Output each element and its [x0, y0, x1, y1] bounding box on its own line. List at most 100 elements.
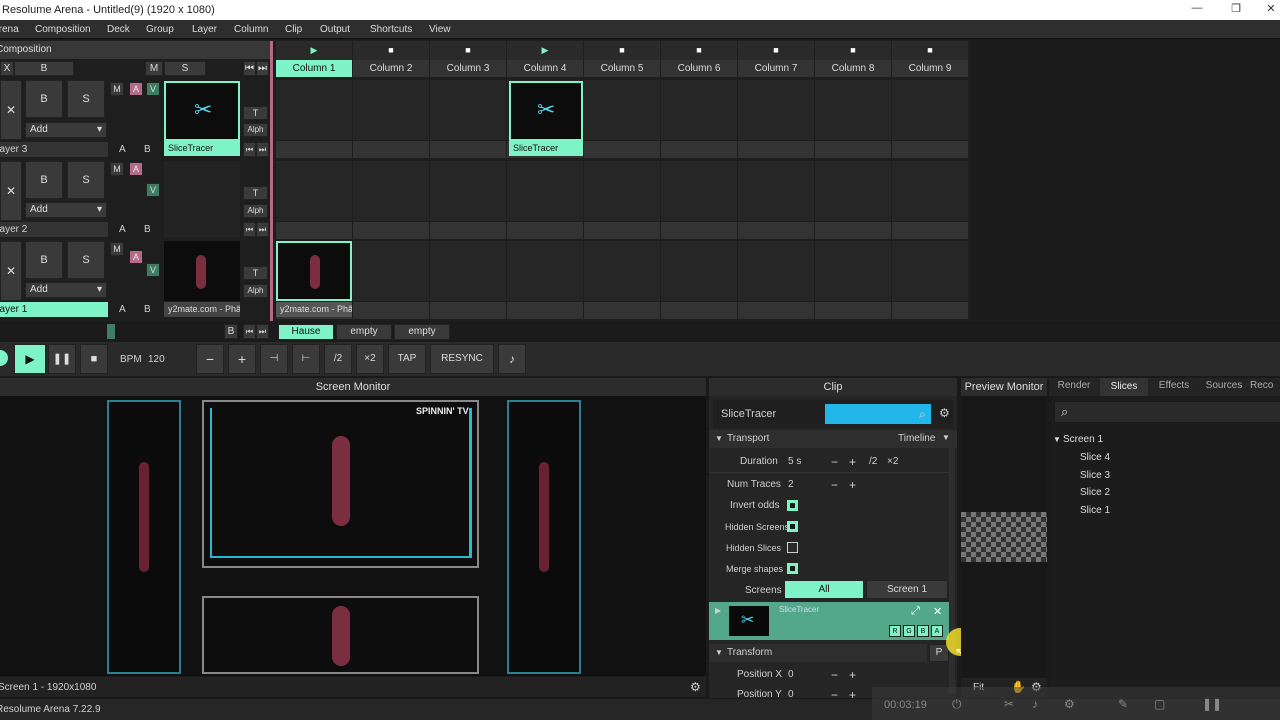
- transport-stop-button[interactable]: ■: [80, 344, 108, 374]
- column-3-label[interactable]: Column 3: [430, 60, 506, 77]
- duration-decrease-button[interactable]: −: [831, 455, 838, 469]
- deck-tab-empty-2[interactable]: empty: [394, 324, 450, 340]
- grid-cell[interactable]: [584, 80, 660, 140]
- column-5-label[interactable]: Column 5: [584, 60, 660, 77]
- settings-icon[interactable]: ⚙: [1064, 697, 1075, 711]
- grid-cell[interactable]: [815, 241, 891, 301]
- bpm-double-button[interactable]: ×2: [356, 344, 384, 374]
- layer-1-crossfade-a[interactable]: A: [119, 304, 126, 315]
- deck-prev-button[interactable]: ⏮: [243, 324, 256, 339]
- tree-slice-1[interactable]: Slice 1: [1080, 505, 1110, 516]
- scissors-icon[interactable]: ✂: [1004, 697, 1014, 711]
- layer-3-bypass-button[interactable]: B: [25, 80, 63, 118]
- num-traces-decrease-button[interactable]: −: [831, 478, 838, 492]
- channel-r-button[interactable]: R: [889, 625, 901, 637]
- gear-icon[interactable]: ⚙: [690, 680, 701, 694]
- grid-clip-slicetracer[interactable]: ✂: [509, 81, 583, 141]
- grid-cell[interactable]: [738, 161, 814, 221]
- duration-half-button[interactable]: /2: [869, 456, 877, 467]
- layer-2-t-button[interactable]: T: [243, 186, 268, 200]
- grid-cell-label[interactable]: [815, 222, 891, 239]
- transport-pause-button[interactable]: ❚❚: [48, 344, 76, 374]
- grid-cell-label[interactable]: [892, 302, 968, 319]
- deck-bypass-button[interactable]: B: [224, 324, 238, 339]
- column-2-label[interactable]: Column 2: [353, 60, 429, 77]
- layer-1-clear-button[interactable]: ✕: [0, 241, 22, 301]
- menu-clip[interactable]: Clip: [285, 24, 302, 35]
- layer-1-v-button[interactable]: V: [146, 263, 160, 277]
- layer-3-thumbnail[interactable]: ✂: [164, 81, 240, 141]
- timeline-mode-select[interactable]: Timeline: [898, 433, 935, 444]
- layer-2-a-button[interactable]: A: [129, 162, 143, 176]
- layer-3-next-button[interactable]: ⏭: [256, 142, 269, 157]
- channel-b-button[interactable]: B: [917, 625, 929, 637]
- layer-1-clip-label[interactable]: y2mate.com - Phão ...: [164, 302, 240, 317]
- grid-cell-label[interactable]: [584, 222, 660, 239]
- layer-3-crossfade-a[interactable]: A: [119, 144, 126, 155]
- bpm-decrease-button[interactable]: −: [196, 344, 224, 374]
- grid-cell-label[interactable]: [430, 222, 506, 239]
- grid-cell-label[interactable]: [815, 302, 891, 319]
- column-1-label[interactable]: Column 1: [276, 60, 352, 77]
- grid-cell[interactable]: [892, 161, 968, 221]
- layer-3-v-button[interactable]: V: [146, 82, 160, 96]
- channel-g-button[interactable]: G: [903, 625, 915, 637]
- grid-cell[interactable]: [507, 161, 583, 221]
- menu-group[interactable]: Group: [146, 24, 174, 35]
- grid-cell[interactable]: [738, 80, 814, 140]
- grid-cell[interactable]: [661, 161, 737, 221]
- preview-monitor[interactable]: [961, 396, 1047, 678]
- maximize-icon[interactable]: ❐: [1221, 2, 1251, 18]
- grid-cell[interactable]: [276, 161, 352, 221]
- effect-slicetracer[interactable]: ▶ ✂ SliceTracer ⤢ ✕ R G B A: [709, 602, 949, 640]
- grid-cell[interactable]: [661, 241, 737, 301]
- position-x-value[interactable]: 0: [788, 669, 794, 680]
- layer-3-clear-button[interactable]: ✕: [0, 80, 22, 140]
- menu-output[interactable]: Output: [320, 24, 350, 35]
- layer-1-blend-select[interactable]: Add ▾: [25, 282, 107, 298]
- invert-odds-checkbox[interactable]: [787, 500, 798, 511]
- tree-slice-3[interactable]: Slice 3: [1080, 470, 1110, 481]
- menu-composition[interactable]: Composition: [35, 24, 91, 35]
- layer-2-solo-button[interactable]: S: [67, 161, 105, 199]
- bpm-half-button[interactable]: /2: [324, 344, 352, 374]
- tab-render[interactable]: Render: [1050, 380, 1098, 391]
- transport-play-button[interactable]: ▶: [14, 344, 46, 374]
- close-icon[interactable]: ✕: [933, 605, 942, 618]
- layer-3-clip-label[interactable]: SliceTracer: [164, 141, 240, 156]
- layer-3-name[interactable]: Layer 3: [0, 142, 108, 157]
- grid-cell-label[interactable]: [507, 302, 583, 319]
- layer-3-t-button[interactable]: T: [243, 106, 268, 120]
- grid-cell-label[interactable]: [276, 222, 352, 239]
- deck-tab-hause[interactable]: Hause: [278, 324, 334, 340]
- tree-slice-4[interactable]: Slice 4: [1080, 452, 1110, 463]
- screens-one-button[interactable]: Screen 1: [866, 580, 948, 599]
- grid-cell[interactable]: [353, 80, 429, 140]
- column-6-label[interactable]: Column 6: [661, 60, 737, 77]
- layer-2-alpha-button[interactable]: Alph: [243, 204, 268, 218]
- grid-cell-label[interactable]: [892, 222, 968, 239]
- layer-2-v-button[interactable]: V: [146, 183, 160, 197]
- column-5-header[interactable]: ■ Column 5: [584, 41, 660, 77]
- tree-slice-2[interactable]: Slice 2: [1080, 487, 1110, 498]
- composition-solo-button[interactable]: S: [164, 61, 206, 76]
- grid-cell[interactable]: [353, 241, 429, 301]
- minimize-icon[interactable]: —: [1182, 2, 1212, 18]
- layer-1-a-button[interactable]: A: [129, 250, 143, 264]
- hidden-screens-checkbox[interactable]: [787, 521, 798, 532]
- grid-cell-label[interactable]: [738, 141, 814, 158]
- grid-clip-slicetracer-label[interactable]: SliceTracer: [509, 141, 583, 156]
- metronome-icon[interactable]: ♪: [498, 344, 526, 374]
- grid-cell[interactable]: [584, 241, 660, 301]
- layer-3-alpha-button[interactable]: Alph: [243, 123, 268, 137]
- layer-3-a-button[interactable]: A: [129, 82, 143, 96]
- layer-2-m-button[interactable]: M: [110, 162, 124, 176]
- layer-3-solo-button[interactable]: S: [67, 80, 105, 118]
- duration-value[interactable]: 5 s: [788, 456, 801, 467]
- composition-master-button[interactable]: M: [145, 61, 163, 76]
- deck-next-button[interactable]: ⏭: [256, 324, 269, 339]
- tab-recorder[interactable]: Reco: [1250, 380, 1280, 391]
- menu-deck[interactable]: Deck: [107, 24, 130, 35]
- layer-2-crossfade-b[interactable]: B: [144, 224, 151, 235]
- expand-icon[interactable]: ⤢: [911, 605, 920, 618]
